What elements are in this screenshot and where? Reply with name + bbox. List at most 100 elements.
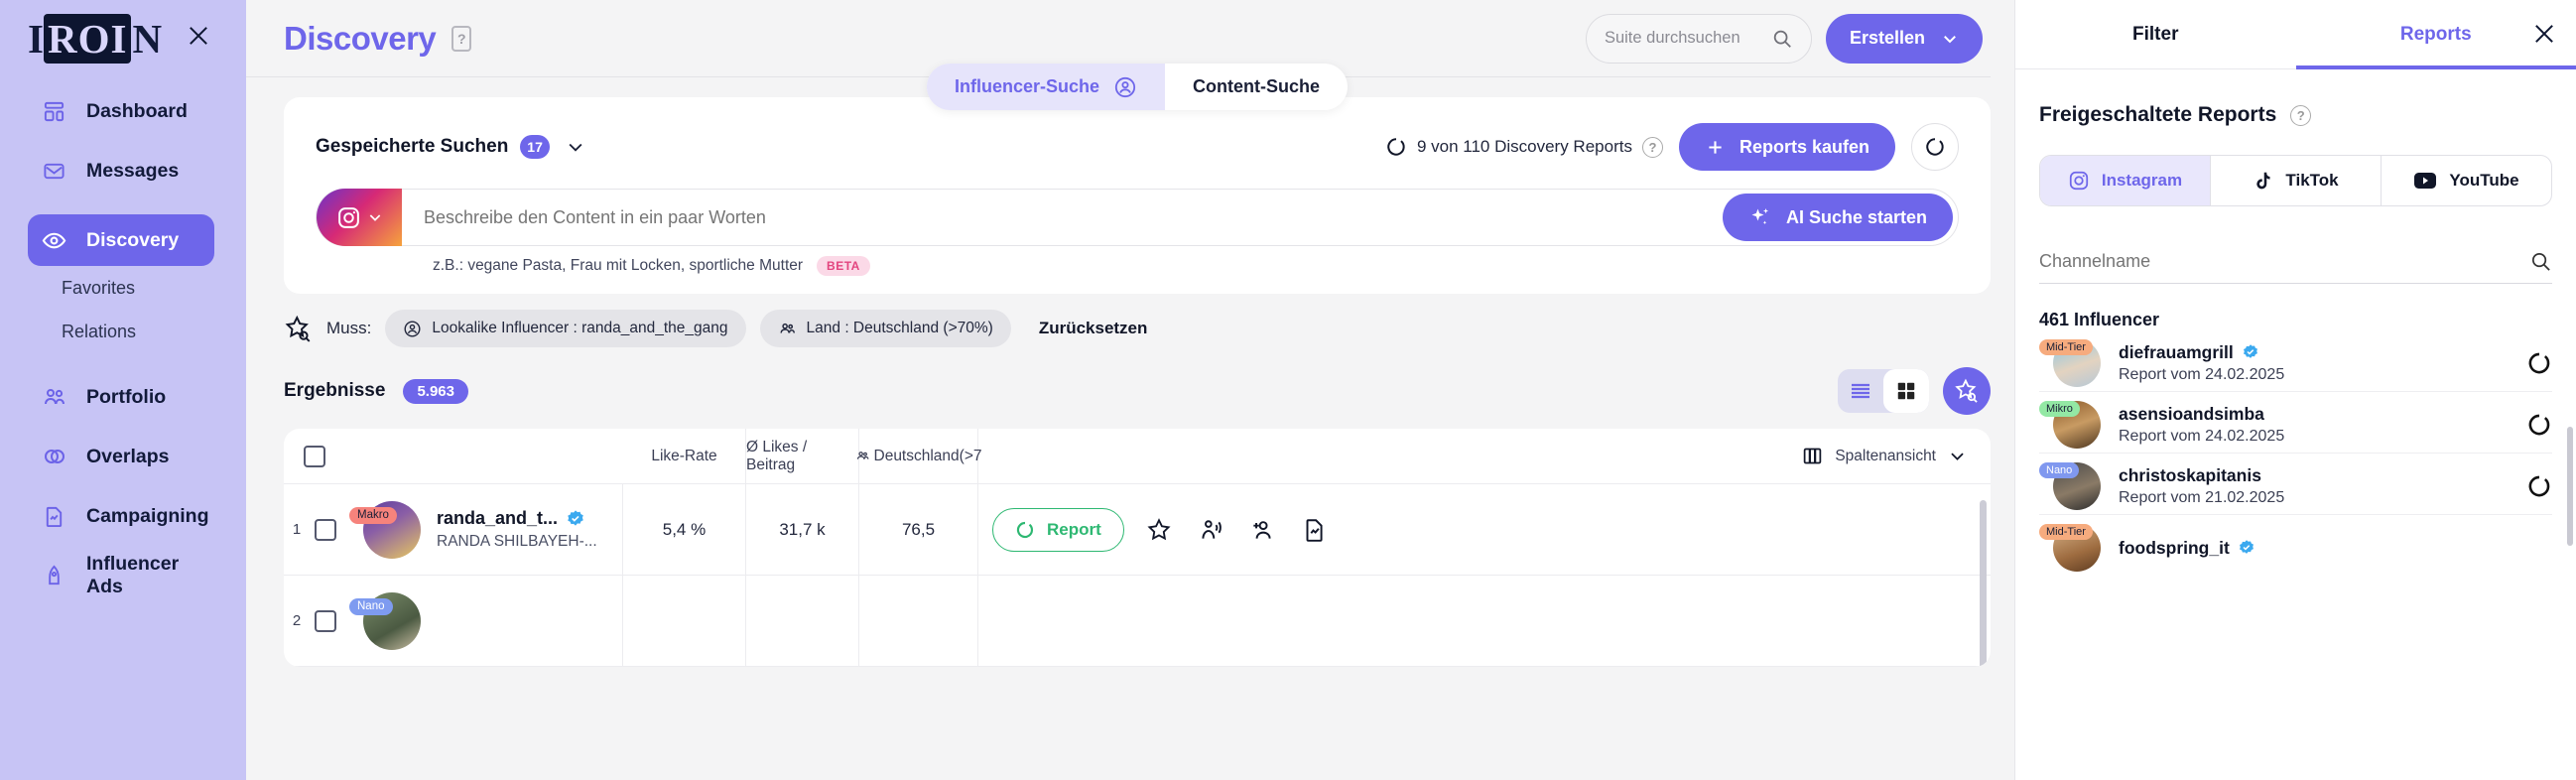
plus-icon [1705, 137, 1726, 158]
filter-chip-lookalike[interactable]: Lookalike Influencer : randa_and_the_gan… [385, 310, 746, 347]
report-button-label: Report [1047, 519, 1101, 539]
list-view-icon[interactable] [1838, 369, 1883, 413]
refresh-button[interactable] [1911, 123, 1959, 171]
select-all-checkbox[interactable] [304, 445, 325, 467]
verified-icon [2242, 343, 2259, 361]
cell-avg-likes [746, 575, 859, 667]
eye-icon [42, 228, 66, 253]
reset-filters-button[interactable]: Zurücksetzen [1039, 319, 1148, 338]
overlap-icon [42, 445, 66, 469]
help-icon[interactable]: ? [2290, 104, 2312, 126]
influencer-name-row: randa_and_t... [437, 508, 597, 529]
report-document-icon[interactable] [1297, 513, 1331, 547]
row-actions: Report [978, 484, 1991, 576]
add-to-portfolio-icon[interactable] [1245, 513, 1279, 547]
table-row[interactable]: 2 Nano [284, 575, 1991, 667]
column-view-label: Spaltenansicht [1835, 447, 1936, 464]
row-checkbox[interactable] [315, 518, 337, 541]
select-all-cell [284, 429, 345, 484]
row-checkbox[interactable] [315, 609, 337, 632]
donut-icon [1385, 136, 1407, 158]
saved-searches-count: 17 [520, 135, 550, 159]
grid-view-icon[interactable] [1883, 369, 1929, 413]
reports-panel: Filter Reports Freigeschaltete Reports ?… [2014, 0, 2576, 780]
search-card: Influencer-Suche Content-Suche Gespeiche… [284, 64, 1991, 294]
ai-search-hint: z.B.: vegane Pasta, Frau mit Locken, spo… [316, 246, 1959, 294]
ai-search-button[interactable]: AI Suche starten [1722, 194, 1953, 241]
sidebar-item-label: Messages [86, 159, 180, 182]
tab-filter[interactable]: Filter [2015, 0, 2296, 69]
platform-instagram[interactable]: Instagram [2040, 156, 2211, 205]
cell-land: 76,5 [859, 483, 978, 576]
column-header-avg-likes: Ø Likes / Beitrag [746, 429, 859, 484]
sidebar-item-dashboard[interactable]: Dashboard [28, 85, 214, 137]
sidebar-item-influencer-ads[interactable]: Influencer Ads [28, 550, 214, 601]
favorite-star-icon[interactable] [1142, 513, 1176, 547]
suite-search-input[interactable]: Suite durchsuchen [1585, 13, 1812, 64]
sidebar-item-messages[interactable]: Messages [28, 145, 214, 196]
ai-search-input[interactable] [402, 206, 1723, 228]
table-scrollbar[interactable] [1980, 500, 1987, 667]
chevron-down-icon [1948, 447, 1967, 465]
person-circle-icon [403, 320, 422, 338]
create-button[interactable]: Erstellen [1825, 13, 1983, 64]
app-logo[interactable]: I ROI N [28, 14, 162, 64]
close-icon[interactable] [185, 22, 212, 50]
help-icon[interactable]: ? [1641, 136, 1663, 158]
influencer-name-row: diefrauamgrill [2119, 342, 2284, 363]
help-icon[interactable]: ? [451, 25, 472, 52]
instagram-icon [336, 205, 361, 230]
sidebar-item-label: Portfolio [86, 385, 167, 408]
panel-scrollbar[interactable] [2567, 427, 2573, 546]
sidebar-subitem-relations[interactable]: Relations [0, 310, 246, 353]
channel-search [2039, 240, 2552, 284]
sidebar-item-label: Influencer Ads [86, 553, 180, 597]
table-row[interactable]: 1 Makro randa_and_t... RANDA SHILBAYEH-.… [284, 483, 1991, 576]
view-toggle [1838, 369, 1929, 413]
logo-pre: I [28, 16, 44, 62]
sparkle-icon [1748, 205, 1772, 229]
chevron-down-icon [367, 209, 383, 225]
chevron-down-icon[interactable] [566, 137, 585, 157]
document-chart-icon [42, 504, 66, 529]
filter-chip-land[interactable]: Land : Deutschland (>70%) [759, 310, 1011, 347]
channel-search-input[interactable] [2039, 251, 2529, 272]
list-item[interactable]: Mid-Tier foodspring_it [2039, 515, 2552, 577]
buy-reports-label: Reports kaufen [1739, 136, 1869, 157]
sidebar-item-campaigning[interactable]: Campaigning [28, 490, 214, 542]
person-circle-icon [1113, 75, 1137, 99]
sidebar-item-overlaps[interactable]: Overlaps [28, 431, 214, 482]
sidebar-subitem-label: Relations [62, 321, 137, 341]
column-view-button[interactable]: Spaltenansicht [1802, 446, 1967, 466]
tab-influencer-suche[interactable]: Influencer-Suche [926, 64, 1166, 110]
search-icon[interactable] [2529, 250, 2552, 273]
report-button[interactable]: Report [992, 507, 1124, 552]
influencer-name-row: asensioandsimba [2119, 404, 2284, 425]
platform-youtube[interactable]: YouTube [2382, 156, 2551, 205]
sidebar-item-portfolio[interactable]: Portfolio [28, 371, 214, 423]
platform-tiktok[interactable]: TikTok [2211, 156, 2382, 205]
tier-badge: Nano [349, 597, 393, 615]
sidebar-item-discovery[interactable]: Discovery [28, 214, 214, 266]
saved-searches-label: Gespeicherte Suchen [316, 136, 509, 157]
list-item[interactable]: Nano christoskapitanis Report vom 21.02.… [2039, 454, 2552, 515]
search-mode-tabs: Influencer-Suche Content-Suche [926, 64, 1349, 110]
influencer-name-row: foodspring_it [2119, 538, 2255, 559]
tier-badge: Nano [2039, 461, 2080, 478]
save-search-button[interactable] [1943, 367, 1991, 415]
sidebar-subitem-favorites[interactable]: Favorites [0, 266, 246, 310]
influencer-cell: Makro randa_and_t... RANDA SHILBAYEH-... [345, 483, 623, 576]
influencer-name-row: christoskapitanis [2119, 465, 2284, 486]
tier-badge: Makro [349, 506, 397, 524]
panel-section-title: Freigeschaltete Reports ? [2015, 69, 2576, 127]
sidebar-subitem-label: Favorites [62, 277, 136, 298]
page-title: Discovery [284, 19, 437, 57]
influencer-insights-icon[interactable] [1194, 513, 1227, 547]
list-item[interactable]: Mid-Tier diefrauamgrill Report vom 24.02… [2039, 330, 2552, 392]
list-item[interactable]: Mikro asensioandsimba Report vom 24.02.2… [2039, 392, 2552, 454]
close-icon[interactable] [2530, 20, 2558, 48]
avatar: Mid-Tier [2039, 338, 2101, 387]
platform-selector[interactable] [317, 189, 402, 246]
tab-content-suche[interactable]: Content-Suche [1165, 64, 1348, 110]
buy-reports-button[interactable]: Reports kaufen [1678, 123, 1895, 171]
